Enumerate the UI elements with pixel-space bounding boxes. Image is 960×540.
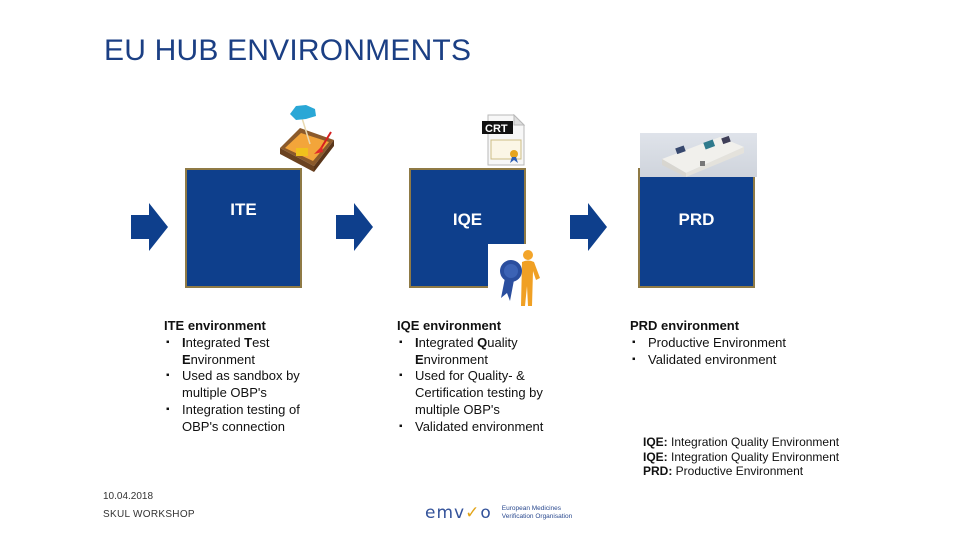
- prd-description: PRD environment Productive EnvironmentVa…: [630, 318, 820, 368]
- logo-text-line: Verification Organisation: [501, 513, 573, 520]
- logo-text-line: European Medicines: [501, 505, 562, 512]
- bullet-item: Integrated Test Environment: [164, 335, 329, 369]
- arrow-right-icon: [336, 203, 373, 251]
- legend-abbr: IQE:: [643, 435, 668, 449]
- ite-description: ITE environment Integrated Test Environm…: [164, 318, 329, 436]
- prd-box: PRD: [638, 168, 755, 288]
- bullet-item: Used as sandbox by multiple OBP's: [164, 368, 329, 402]
- logo-text: European Medicines Verification Organisa…: [502, 505, 574, 521]
- legend-text: Productive Environment: [672, 464, 804, 478]
- legend-abbr: IQE:: [643, 449, 668, 464]
- ite-heading: ITE environment: [164, 318, 266, 333]
- iqe-box-label: IQE: [452, 210, 483, 229]
- legend-text: Integration Quality Environment: [667, 435, 840, 449]
- prd-box-label: PRD: [678, 210, 715, 229]
- cert-label: CRT: [485, 123, 508, 135]
- iqe-bullets: Integrated Quality EnvironmentUsed for Q…: [397, 335, 552, 436]
- bullet-item: Validated environment: [630, 352, 820, 369]
- legend-abbr: PRD:: [643, 464, 673, 478]
- abbreviation-legend: IQE: Integration Quality Environment IQE…: [643, 435, 839, 479]
- ite-box-label: ITE: [230, 200, 257, 219]
- emvo-logo: emv✓o European Medicines Verification Or…: [425, 503, 574, 523]
- legend-item: IQE: Integration Quality Environment: [643, 450, 839, 465]
- certificate-icon: CRT: [482, 113, 526, 171]
- logo-check-icon: ✓: [465, 503, 481, 523]
- logo-mark-text: emv: [425, 503, 466, 523]
- bullet-item: Productive Environment: [630, 335, 820, 352]
- slide-title: EU HUB ENVIRONMENTS: [104, 34, 472, 67]
- medicine-box-photo: [640, 133, 757, 177]
- iqe-heading: IQE environment: [397, 318, 502, 333]
- footer-date: 10.04.2018: [103, 491, 154, 502]
- logo-mark: emv✓o: [425, 503, 492, 523]
- bullet-item: Used for Quality- & Certification testin…: [397, 368, 552, 418]
- bullet-item: Integration testing of OBP's connection: [164, 402, 329, 436]
- legend-text: Integration Quality Environment: [667, 449, 840, 464]
- prd-bullets: Productive EnvironmentValidated environm…: [630, 335, 820, 369]
- legend-item: IQE: Integration Quality Environment: [643, 435, 839, 450]
- iqe-description: IQE environment Integrated Quality Envir…: [397, 318, 552, 436]
- prd-heading: PRD environment: [630, 318, 740, 333]
- arrow-right-icon: [131, 203, 168, 251]
- logo-mark-text-end: o: [480, 503, 492, 523]
- bullet-item: Integrated Quality Environment: [397, 335, 552, 369]
- bullet-item: Validated environment: [397, 419, 552, 436]
- ite-bullets: Integrated Test EnvironmentUsed as sandb…: [164, 335, 329, 436]
- award-person-icon: [488, 244, 551, 313]
- legend-item: PRD: Productive Environment: [643, 464, 839, 479]
- ite-box: ITE: [185, 168, 302, 288]
- arrow-right-icon: [570, 203, 607, 251]
- footer-event: SKUL WORKSHOP: [103, 509, 195, 520]
- sandbox-icon: [276, 102, 338, 183]
